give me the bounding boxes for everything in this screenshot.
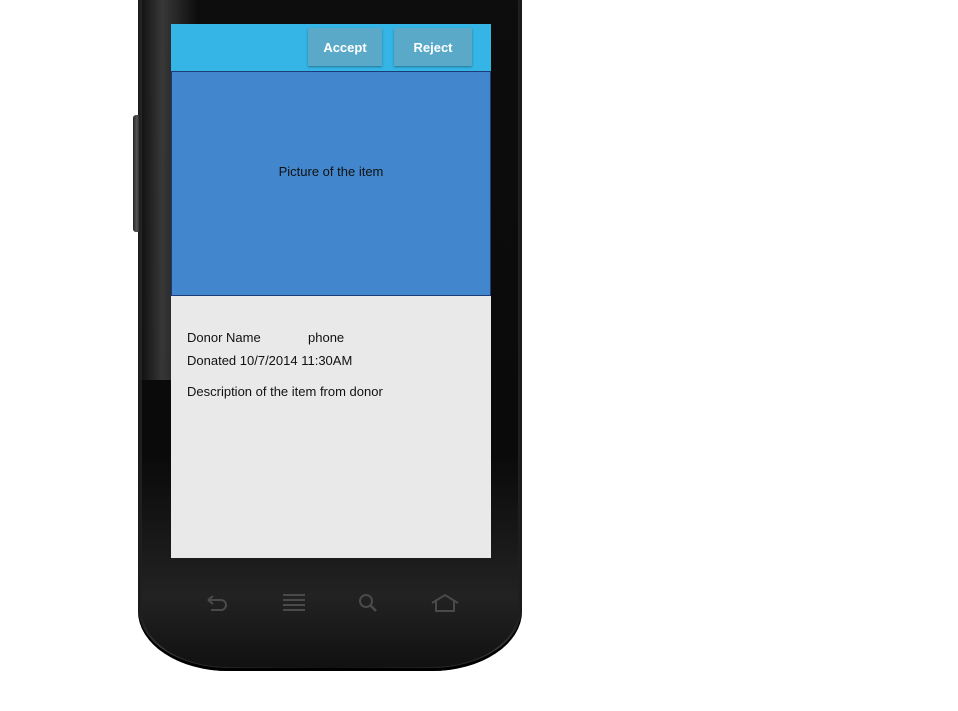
accept-button[interactable]: Accept	[308, 28, 382, 66]
item-description: Description of the item from donor	[187, 384, 383, 399]
app-screen: Accept Reject Picture of the item Donor …	[171, 24, 491, 558]
donor-name: Donor Name	[187, 330, 261, 345]
back-icon[interactable]	[202, 592, 230, 614]
menu-icon[interactable]	[281, 592, 307, 614]
action-bar: Accept Reject	[171, 24, 491, 71]
item-picture: Picture of the item	[171, 71, 491, 296]
donated-date: Donated 10/7/2014 11:30AM	[187, 353, 353, 368]
volume-button	[133, 115, 139, 232]
home-icon[interactable]	[430, 592, 460, 614]
reject-button[interactable]: Reject	[394, 28, 472, 66]
search-icon[interactable]	[357, 592, 379, 614]
item-picture-label: Picture of the item	[278, 164, 384, 179]
donor-phone: phone	[308, 330, 345, 345]
